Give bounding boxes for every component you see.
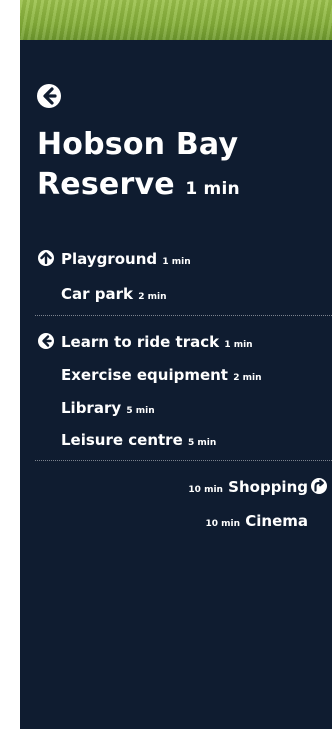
list-item-label: Cinema [245,512,308,530]
list-item-time: 1 min [162,257,191,267]
list-item-time: 5 min [188,438,217,448]
list-item-exercise-equipment: Exercise equipment 2 min [61,366,261,384]
list-item-time: 10 min [188,485,223,495]
title-line-2: Reserve 1 min [37,165,240,209]
left-arrow-circle-icon [38,333,54,349]
list-item-leisure-centre: Leisure centre 5 min [61,431,216,449]
list-item-label: Leisure centre [61,431,183,449]
list-item-library: Library 5 min [61,399,155,417]
list-item-learn-to-ride-track: Learn to ride track 1 min [61,333,253,351]
list-item-time: 10 min [205,519,240,529]
divider [35,460,332,461]
title-time: 1 min [185,179,240,199]
title-line-1: Hobson Bay [37,127,239,162]
list-item-time: 5 min [126,406,155,416]
list-item-label: Library [61,399,122,417]
title-line-2-text: Reserve [37,167,175,202]
list-item-label: Learn to ride track [61,333,220,351]
destination-title: Hobson Bay Reserve 1 min [37,125,240,209]
list-item-playground: Playground 1 min [61,250,191,268]
list-item-label: Playground [61,250,158,268]
list-item-time: 1 min [224,340,253,350]
list-item-cinema: 10 min Cinema [205,512,308,530]
wayfinding-sign [20,0,332,729]
list-item-label: Car park [61,285,133,303]
right-curve-arrow-circle-icon [311,478,327,494]
grass-strip [20,0,332,40]
up-arrow-circle-icon [38,250,54,266]
divider [35,315,332,316]
left-arrow-circle-icon [37,84,61,108]
list-item-shopping: 10 min Shopping [188,478,308,496]
list-item-time: 2 min [138,292,167,302]
list-item-time: 2 min [233,373,262,383]
list-item-label: Exercise equipment [61,366,228,384]
list-item-label: Shopping [228,478,308,496]
list-item-car-park: Car park 2 min [61,285,166,303]
